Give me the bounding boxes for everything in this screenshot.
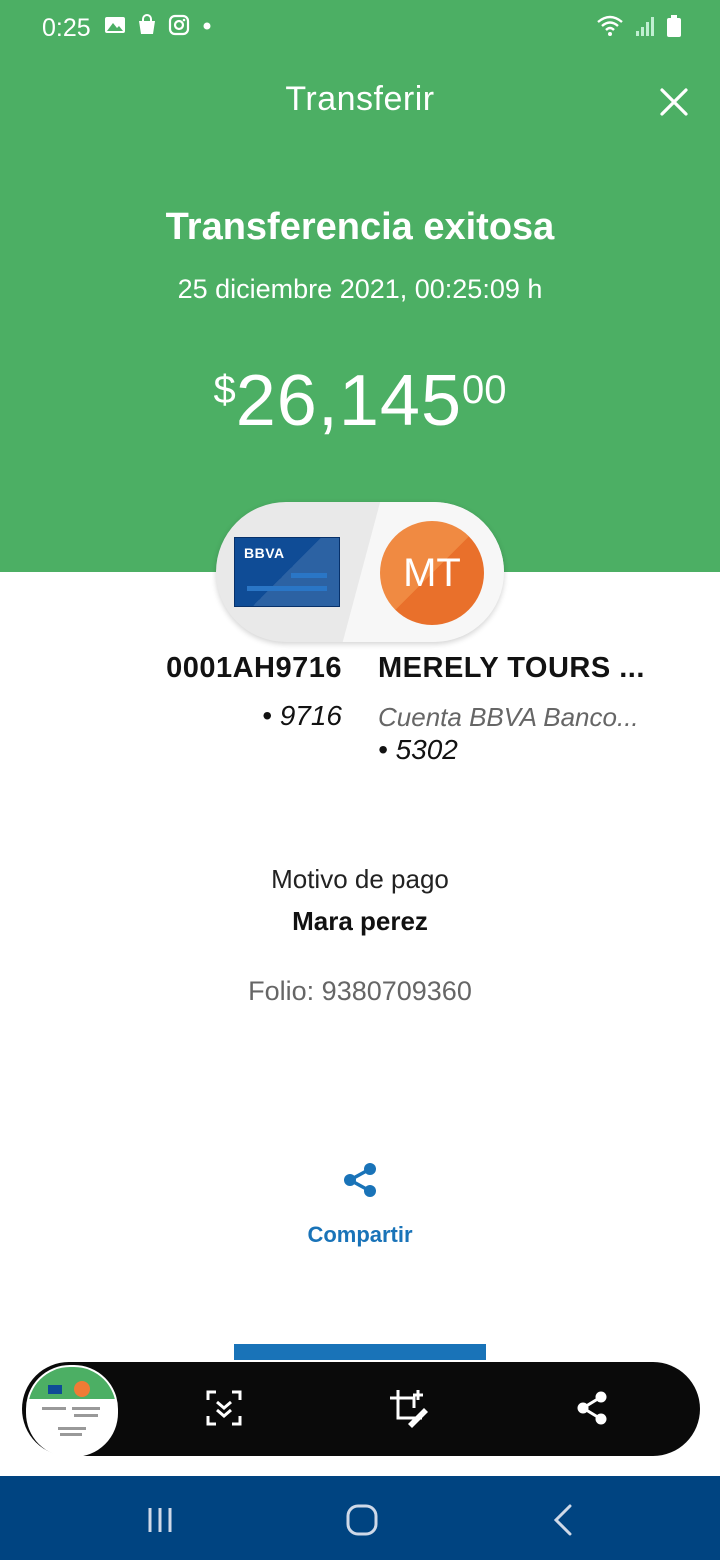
amount-currency: $ xyxy=(213,368,236,412)
shopping-bag-icon xyxy=(139,14,155,34)
payment-reason-label: Motivo de pago xyxy=(271,864,449,894)
transfer-datetime: 25 diciembre 2021, 00:25:09 h xyxy=(177,274,543,304)
close-icon[interactable] xyxy=(656,84,692,120)
primary-button-edge[interactable] xyxy=(234,1344,486,1360)
bbva-card-icon: BBVA xyxy=(234,537,340,607)
screenshot-toolbar xyxy=(22,1362,700,1457)
scroll-capture-icon[interactable] xyxy=(204,1388,244,1428)
image-icon xyxy=(105,17,125,33)
share-icon[interactable] xyxy=(340,1160,380,1200)
amount-cents: 00 xyxy=(461,368,507,412)
card-brand: BBVA xyxy=(244,545,285,561)
recipient-account-number: • 5302 xyxy=(378,734,458,765)
folio-number: Folio: 9380709360 xyxy=(248,976,472,1006)
back-icon[interactable] xyxy=(544,1500,584,1540)
home-icon[interactable] xyxy=(342,1500,382,1540)
battery-icon xyxy=(667,15,681,37)
origin-account-name: 0001AH9716 xyxy=(166,652,342,684)
recipient-bank: Cuenta BBVA Banco... xyxy=(378,702,639,732)
status-right-icons xyxy=(596,14,682,38)
signal-icon xyxy=(636,17,654,36)
toolbar-share-icon[interactable] xyxy=(572,1388,612,1428)
recipient-name: MERELY TOURS ... xyxy=(378,652,645,684)
status-bar: 0:25 xyxy=(0,0,720,56)
status-left-icons xyxy=(104,14,214,36)
system-nav-bar xyxy=(0,1476,720,1560)
success-title: Transferencia exitosa xyxy=(165,206,555,248)
dot-icon xyxy=(203,22,211,30)
recipient-avatar: MT xyxy=(380,521,484,625)
instagram-icon xyxy=(168,14,190,36)
transfer-parties-pill: BBVA MT xyxy=(216,502,504,642)
recent-apps-icon[interactable] xyxy=(140,1500,180,1540)
share-button[interactable]: Compartir xyxy=(0,1222,720,1248)
status-time: 0:25 xyxy=(42,14,91,42)
origin-account-number: • 9716 xyxy=(262,700,342,731)
transfer-amount: $26,14500 xyxy=(0,360,720,442)
crop-edit-icon[interactable] xyxy=(388,1388,428,1428)
payment-reason-value: Mara perez xyxy=(292,906,428,936)
wifi-icon xyxy=(597,15,623,36)
screenshot-thumbnail[interactable] xyxy=(26,1365,118,1457)
screen-title: Transferir xyxy=(285,80,435,118)
amount-integer: 26,145 xyxy=(235,361,462,441)
